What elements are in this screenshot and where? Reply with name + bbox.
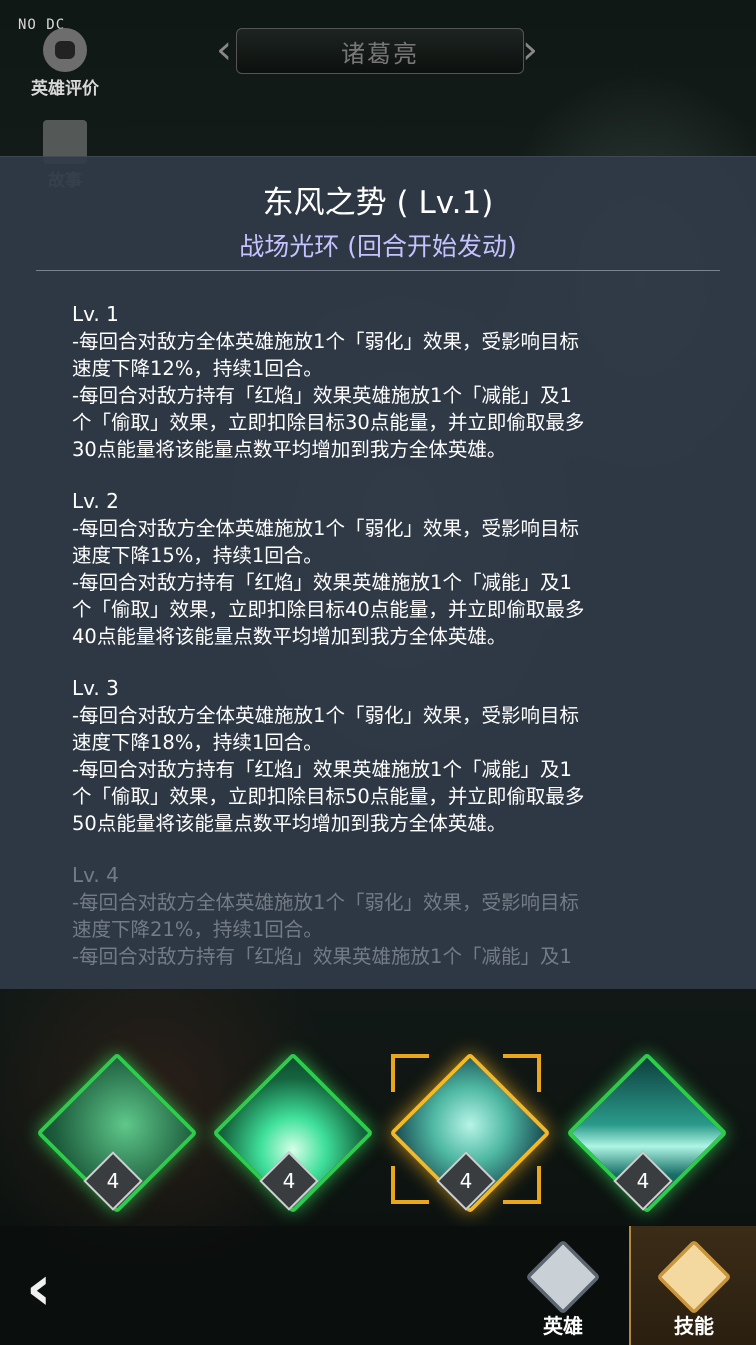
level-line: -每回合对敌方全体英雄施放1个「弱化」效果，受影响目标 (72, 517, 579, 540)
hero-name: 诸葛亮 (341, 39, 419, 68)
frame-corner-icon (391, 1166, 429, 1204)
level-line: 速度下降15%，持续1回合。 (72, 544, 323, 567)
level-block-locked: Lv. 4 -每回合对敌方全体英雄施放1个「弱化」效果，受影响目标 速度下降21… (72, 862, 712, 970)
helmet-icon (525, 1239, 601, 1315)
skill-flame-icon (656, 1239, 732, 1315)
hero-review-button[interactable]: 英雄评价 (22, 28, 108, 99)
skill-level-list[interactable]: Lv. 1 -每回合对敌方全体英雄施放1个「弱化」效果，受影响目标 速度下降12… (72, 301, 712, 976)
level-block: Lv. 3 -每回合对敌方全体英雄施放1个「弱化」效果，受影响目标 速度下降18… (72, 675, 712, 837)
hero-name-bar: 诸葛亮 (236, 28, 524, 74)
level-line: 速度下降12%，持续1回合。 (72, 357, 323, 380)
back-arrow-icon[interactable]: ‹ (26, 1257, 72, 1319)
level-block: Lv. 2 -每回合对敌方全体英雄施放1个「弱化」效果，受影响目标 速度下降15… (72, 488, 712, 650)
level-line: -每回合对敌方持有「红焰」效果英雄施放1个「减能」及1 (72, 945, 572, 968)
skill-slot-2[interactable]: 4 (212, 1052, 374, 1214)
tab-skill[interactable]: 技能 (629, 1226, 756, 1345)
level-line: -每回合对敌方持有「红焰」效果英雄施放1个「减能」及1 (72, 384, 572, 407)
level-line: -每回合对敌方持有「红焰」效果英雄施放1个「减能」及1 (72, 758, 572, 781)
level-line: -每回合对敌方全体英雄施放1个「弱化」效果，受影响目标 (72, 891, 579, 914)
level-line: 速度下降21%，持续1回合。 (72, 918, 323, 941)
skill-detail-panel: 东风之势 ( Lv.1) 战场光环 (回合开始发动) Lv. 1 -每回合对敌方… (0, 156, 756, 989)
frame-corner-icon (503, 1054, 541, 1092)
skill-slot-1[interactable]: 4 (36, 1052, 198, 1214)
level-line: -每回合对敌方全体英雄施放1个「弱化」效果，受影响目标 (72, 704, 579, 727)
level-label: Lv. 4 (72, 863, 119, 887)
level-line: 50点能量将该能量点数平均增加到我方全体英雄。 (72, 812, 507, 835)
skill-slot-4[interactable]: 4 (566, 1052, 728, 1214)
tab-hero[interactable]: 英雄 (500, 1226, 626, 1345)
level-line: -每回合对敌方持有「红焰」效果英雄施放1个「减能」及1 (72, 571, 572, 594)
tab-skill-label: 技能 (674, 1314, 714, 1338)
skill-icon-row: 4 4 4 4 (0, 1040, 756, 1214)
level-line: 30点能量将该能量点数平均增加到我方全体英雄。 (72, 438, 507, 461)
skill-title: 东风之势 ( Lv.1) (262, 185, 494, 221)
next-hero-arrow-icon[interactable]: › (522, 28, 540, 72)
level-line: 个「偷取」效果，立即扣除目标50点能量，并立即偷取最多 (72, 785, 585, 808)
level-line: -每回合对敌方全体英雄施放1个「弱化」效果，受影响目标 (72, 330, 579, 353)
level-line: 速度下降18%，持续1回合。 (72, 731, 323, 754)
level-block: Lv. 1 -每回合对敌方全体英雄施放1个「弱化」效果，受影响目标 速度下降12… (72, 301, 712, 463)
level-line: 个「偷取」效果，立即扣除目标40点能量，并立即偷取最多 (72, 598, 585, 621)
divider (36, 270, 720, 271)
previous-hero-arrow-icon[interactable]: ‹ (216, 28, 234, 72)
skill-slot-3-selected[interactable]: 4 (389, 1052, 551, 1214)
chat-bubble-icon (43, 28, 87, 72)
level-label: Lv. 2 (72, 489, 119, 513)
skill-subtitle: 战场光环 (回合开始发动) (239, 232, 517, 261)
level-label: Lv. 1 (72, 302, 119, 326)
level-label: Lv. 3 (72, 676, 119, 700)
hero-review-label: 英雄评价 (31, 79, 99, 99)
level-line: 个「偷取」效果，立即扣除目标30点能量，并立即偷取最多 (72, 411, 585, 434)
tab-hero-label: 英雄 (543, 1314, 583, 1338)
frame-corner-icon (391, 1054, 429, 1092)
level-line: 40点能量将该能量点数平均增加到我方全体英雄。 (72, 625, 507, 648)
